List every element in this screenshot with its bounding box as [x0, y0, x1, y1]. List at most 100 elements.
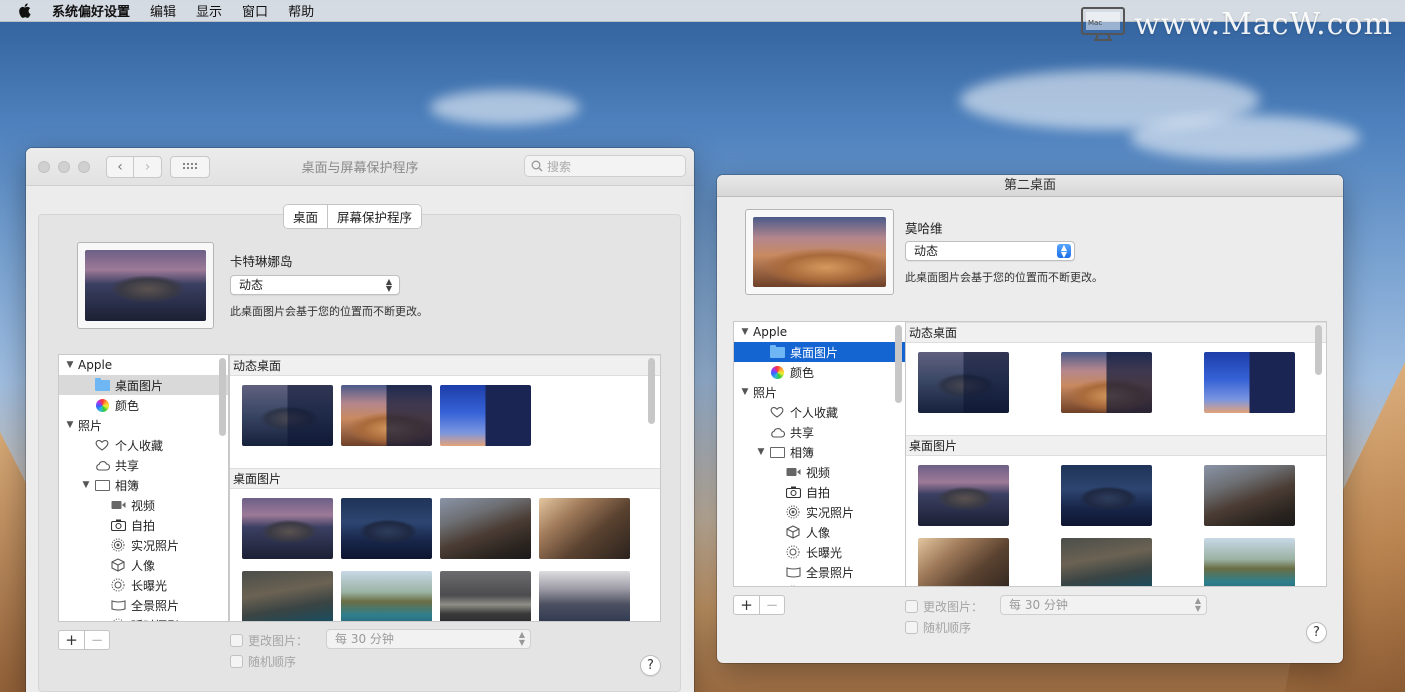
- wallpaper-tile[interactable]: [341, 571, 432, 621]
- sidebar-item[interactable]: ▼ 相簿: [59, 475, 228, 495]
- show-all-button[interactable]: [170, 155, 210, 178]
- disclosure-triangle-icon[interactable]: ▼: [740, 327, 750, 337]
- menu-help[interactable]: 帮助: [288, 1, 314, 20]
- sidebar-item[interactable]: 实况照片: [734, 502, 905, 522]
- help-button[interactable]: ?: [1306, 622, 1327, 643]
- tab-screensaver[interactable]: 屏幕保护程序: [328, 205, 422, 228]
- menu-app-name[interactable]: 系统偏好设置: [52, 1, 130, 20]
- disclosure-triangle-icon[interactable]: ▼: [740, 387, 750, 397]
- change-picture-checkbox[interactable]: 更改图片：: [230, 632, 308, 649]
- disclosure-triangle-icon[interactable]: ▼: [65, 360, 75, 370]
- wallpaper-tile[interactable]: [242, 498, 333, 559]
- checkbox-box[interactable]: [230, 655, 243, 668]
- help-button[interactable]: ?: [640, 655, 661, 676]
- wallpaper-tile[interactable]: [440, 498, 531, 559]
- sidebar-scrollbar[interactable]: [895, 325, 902, 403]
- mode-popup[interactable]: 动态 ▲ ▼: [905, 241, 1075, 261]
- watermark: Mac www.MacW.com: [1080, 6, 1393, 42]
- folder-icon: [94, 377, 110, 392]
- checkbox-box[interactable]: [905, 621, 918, 634]
- wallpaper-tile[interactable]: [539, 571, 630, 621]
- video-icon: [785, 465, 801, 479]
- sidebar-item[interactable]: ▼ 照片: [734, 382, 905, 402]
- wallpaper-tile[interactable]: [1204, 538, 1295, 586]
- wallpaper-tile[interactable]: [242, 385, 333, 446]
- sidebar-item[interactable]: 自拍: [59, 515, 228, 535]
- sidebar-item[interactable]: 人像: [734, 522, 905, 542]
- sidebar-item[interactable]: 视频: [59, 495, 228, 515]
- search-field[interactable]: 搜索: [524, 155, 686, 177]
- sidebar-item[interactable]: 人像: [59, 555, 228, 575]
- forward-button[interactable]: ›: [134, 155, 162, 178]
- checkbox-box[interactable]: [230, 634, 243, 647]
- wallpaper-tile[interactable]: [341, 498, 432, 559]
- sidebar-item[interactable]: 共享: [59, 455, 228, 475]
- change-picture-checkbox[interactable]: 更改图片：: [905, 598, 983, 615]
- interval-popup[interactable]: 每 30 分钟 ▲ ▼: [1000, 595, 1207, 615]
- checkbox-box[interactable]: [905, 600, 918, 613]
- sidebar-item[interactable]: 颜色: [734, 362, 905, 382]
- sidebar-item[interactable]: 全景照片: [734, 562, 905, 582]
- mode-popup[interactable]: 动态 ▲ ▼: [230, 275, 400, 295]
- grid-scrollbar[interactable]: [1315, 325, 1322, 375]
- sidebar-item[interactable]: 长曝光: [59, 575, 228, 595]
- wallpaper-tile[interactable]: [242, 571, 333, 621]
- wallpaper-image: [85, 250, 206, 321]
- sidebar-scrollbar[interactable]: [219, 358, 226, 436]
- random-order-checkbox[interactable]: 随机顺序: [905, 619, 971, 636]
- sidebar-item[interactable]: ▼ 照片: [59, 415, 228, 435]
- mode-value: 动态: [914, 244, 939, 258]
- sidebar-item[interactable]: 个人收藏: [59, 435, 228, 455]
- wallpaper-tile[interactable]: [1204, 465, 1295, 526]
- wallpaper-tile[interactable]: [341, 385, 432, 446]
- menu-edit[interactable]: 编辑: [150, 1, 176, 20]
- add-folder-button[interactable]: +: [59, 631, 84, 649]
- sidebar-item[interactable]: 实况照片: [59, 535, 228, 555]
- grid-scrollbar[interactable]: [648, 358, 655, 424]
- wallpaper-tile[interactable]: [1061, 538, 1152, 586]
- sidebar-item[interactable]: 延时摄影: [734, 582, 905, 587]
- wallpaper-tile[interactable]: [440, 571, 531, 621]
- minimize-button[interactable]: [58, 160, 70, 173]
- sidebar-item[interactable]: 延时摄影: [59, 615, 228, 621]
- sidebar-item[interactable]: 共享: [734, 422, 905, 442]
- wallpaper-tile[interactable]: [1061, 465, 1152, 526]
- sidebar-item[interactable]: ▼ 相簿: [734, 442, 905, 462]
- sidebar-item[interactable]: 视频: [734, 462, 905, 482]
- video-icon: [110, 498, 126, 512]
- wallpaper-tile[interactable]: [918, 538, 1009, 586]
- sidebar-item[interactable]: 全景照片: [59, 595, 228, 615]
- sidebar-item[interactable]: 自拍: [734, 482, 905, 502]
- sidebar-item[interactable]: 桌面图片: [734, 342, 905, 362]
- wallpaper-tile[interactable]: [440, 385, 531, 446]
- tab-desktop[interactable]: 桌面: [284, 205, 329, 228]
- sidebar-item[interactable]: ▼ Apple: [59, 355, 228, 375]
- sidebar-item-label: 桌面图片: [115, 378, 164, 393]
- remove-folder-button[interactable]: −: [759, 596, 784, 614]
- disclosure-triangle-icon[interactable]: ▼: [65, 420, 75, 430]
- sidebar-item-label: Apple: [753, 325, 788, 339]
- close-button[interactable]: [38, 160, 50, 173]
- interval-popup[interactable]: 每 30 分钟 ▲ ▼: [326, 629, 531, 649]
- wallpaper-tile[interactable]: [918, 352, 1009, 413]
- wallpaper-tile[interactable]: [1204, 352, 1295, 413]
- sidebar-item[interactable]: 个人收藏: [734, 402, 905, 422]
- wallpaper-tile[interactable]: [918, 465, 1009, 526]
- wallpaper-tile[interactable]: [1061, 352, 1152, 413]
- menu-view[interactable]: 显示: [196, 1, 222, 20]
- disclosure-triangle-icon[interactable]: ▼: [81, 480, 91, 490]
- sidebar-item[interactable]: ▼ Apple: [734, 322, 905, 342]
- menu-window[interactable]: 窗口: [242, 1, 268, 20]
- zoom-button[interactable]: [78, 160, 90, 173]
- cloud-icon: [94, 458, 110, 472]
- add-folder-button[interactable]: +: [734, 596, 759, 614]
- back-button[interactable]: ‹: [106, 155, 134, 178]
- sidebar-item[interactable]: 颜色: [59, 395, 228, 415]
- random-order-checkbox[interactable]: 随机顺序: [230, 653, 296, 670]
- sidebar-item[interactable]: 长曝光: [734, 542, 905, 562]
- remove-folder-button[interactable]: −: [84, 631, 109, 649]
- apple-logo-icon[interactable]: [18, 3, 32, 19]
- wallpaper-tile[interactable]: [539, 498, 630, 559]
- sidebar-item[interactable]: 桌面图片: [59, 375, 228, 395]
- disclosure-triangle-icon[interactable]: ▼: [756, 447, 766, 457]
